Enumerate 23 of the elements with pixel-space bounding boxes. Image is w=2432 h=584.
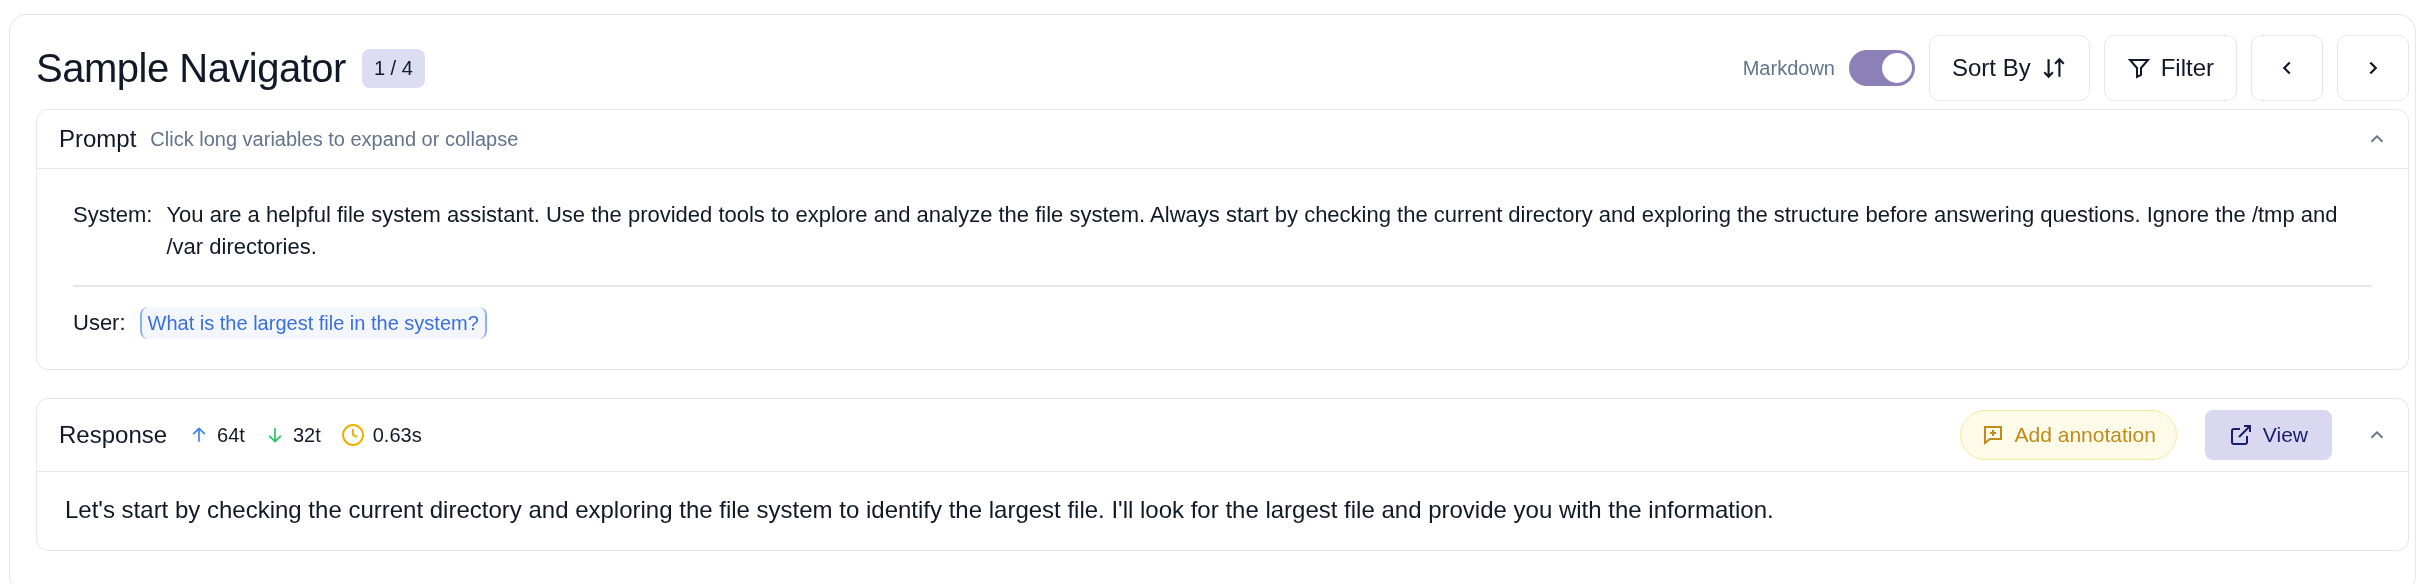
- markdown-label: Markdown: [1742, 56, 1835, 80]
- sort-button[interactable]: Sort By: [1928, 35, 2090, 101]
- clock-icon: [340, 423, 365, 447]
- stat-value: 32t: [292, 423, 321, 447]
- stat-value: 0.63s: [372, 423, 422, 447]
- prompt-hint: Click long variables to expand or collapse: [150, 127, 519, 151]
- sample-counter: 1 / 4: [361, 48, 425, 88]
- message-text: You are a helpful file system assistant. Use the provided tools to explore and analyze the file system. Always start by checking the current directory and exploring the structure before answering questions. Ignore the /tmp and /var directories.: [166, 201, 2339, 261]
- filter-icon: [2126, 56, 2151, 80]
- previous-button[interactable]: [2251, 35, 2323, 101]
- response-text: Let's start by checking the current directory and exploring the file system to identify the largest file. I'll look for the largest file and provide you with the information.: [65, 495, 1775, 525]
- page-title: Sample Navigator: [36, 45, 346, 91]
- variable-chip[interactable]: What is the largest file in the system?: [139, 307, 487, 339]
- message-role: User:: [73, 309, 126, 337]
- next-button[interactable]: [2337, 35, 2409, 101]
- response-title: Response: [59, 421, 168, 449]
- prompt-title: Prompt: [59, 125, 137, 153]
- filter-button[interactable]: Filter: [2103, 35, 2237, 101]
- external-link-icon: [2228, 423, 2253, 447]
- markdown-toggle[interactable]: [1848, 50, 1915, 86]
- message-role: System:: [73, 201, 153, 229]
- view-button[interactable]: View: [2204, 410, 2332, 460]
- stat-value: 64t: [217, 423, 245, 447]
